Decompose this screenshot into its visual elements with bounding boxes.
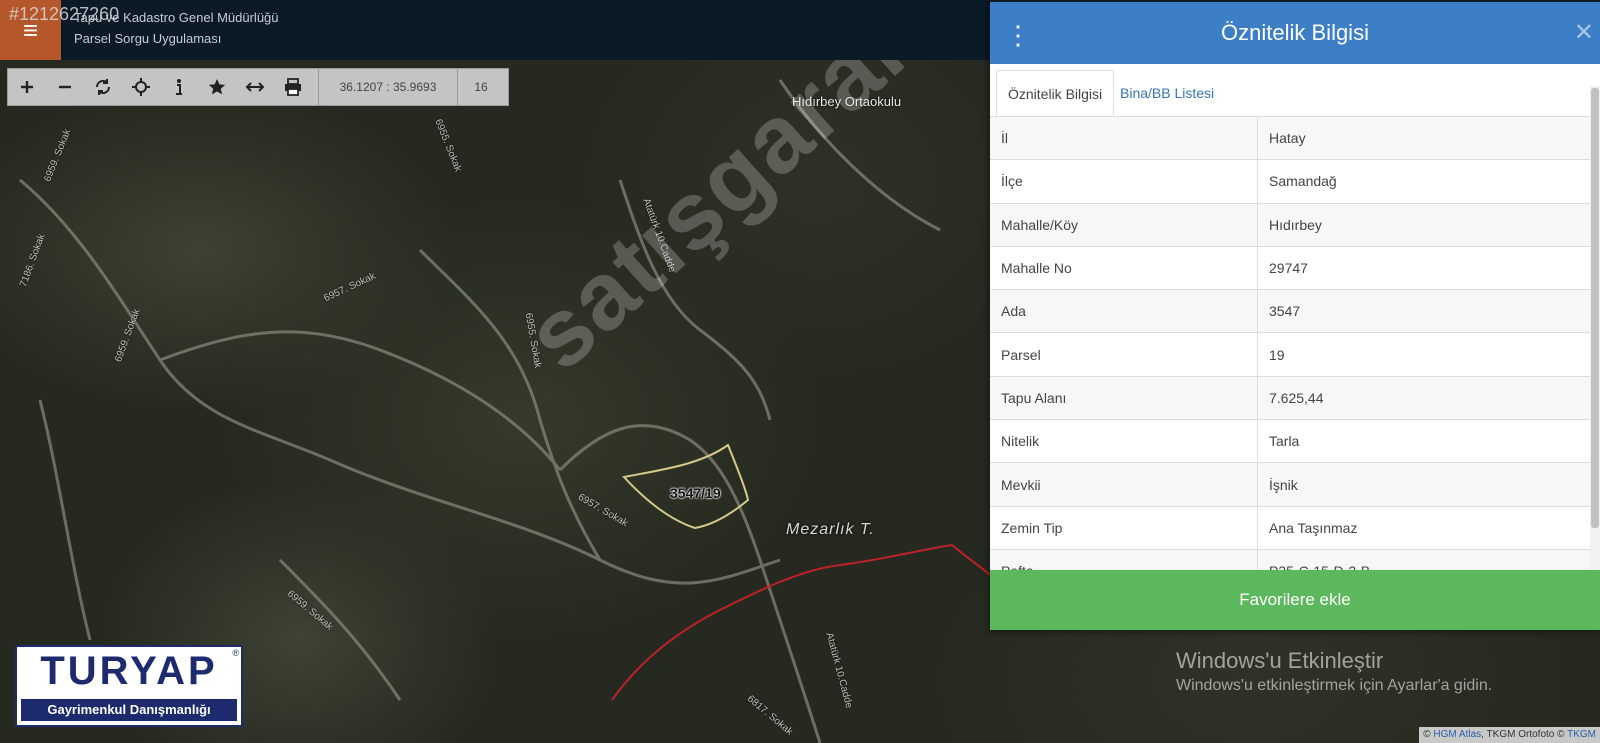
add-to-favorites-button[interactable]: Favorilere ekle (990, 570, 1600, 630)
zoom-out-button[interactable] (46, 69, 84, 105)
attribution-prefix: © (1423, 729, 1431, 740)
attr-value: Hatay (1269, 130, 1306, 147)
table-row: Mahalle No 29747 (990, 246, 1590, 291)
attribute-table: İl Hatay İlçe Samandağ Mahalle/Köy Hıdırbey… (990, 117, 1590, 570)
panel-title: Öznitelik Bilgisi (1221, 20, 1369, 45)
logo-registered: ® (232, 648, 239, 658)
attr-value: Tarla (1269, 433, 1300, 450)
windows-activation-title: Windows'u Etkinleştir (1176, 648, 1384, 673)
attr-value: Hıdırbey (1269, 216, 1322, 233)
tab-building-list[interactable]: Bina/BB Listesi (1109, 70, 1225, 116)
attr-value: 29747 (1269, 260, 1308, 277)
panel-tabs: Öznitelik Bilgisi Bina/BB Listesi (990, 70, 1590, 117)
attr-value: 19 (1269, 346, 1285, 363)
attr-value: Ana Taşınmaz (1269, 519, 1358, 536)
hgm-atlas-link[interactable]: HGM Atlas (1433, 729, 1481, 740)
logo-wordmark: TURYAP (40, 649, 218, 693)
attr-value: 7.625,44 (1269, 389, 1324, 406)
attr-key: Parsel (990, 333, 1258, 376)
coordinate-readout: 36.1207 : 35.9693 (318, 69, 458, 105)
attr-key: Mahalle No (990, 246, 1258, 290)
table-row: İl Hatay (990, 117, 1590, 161)
table-row: Mevkii İşnik (990, 463, 1590, 507)
attr-key: Mevkii (990, 463, 1258, 506)
attr-key: Pafta (990, 549, 1258, 570)
tkgm-link[interactable]: TKGM (1567, 729, 1596, 740)
zoom-level: 16 (474, 80, 488, 94)
turyap-logo: TURYAP ® Gayrimenkul Danışmanlığı (15, 645, 243, 727)
tab-attributes[interactable]: Öznitelik Bilgisi (996, 70, 1115, 116)
measure-button[interactable] (236, 69, 274, 105)
table-row: Ada 3547 (990, 290, 1590, 334)
table-row: Tapu Alanı 7.625,44 (990, 376, 1590, 421)
close-icon[interactable]: ✕ (1574, 18, 1594, 47)
refresh-icon (95, 79, 111, 95)
attr-key: Ada (990, 290, 1258, 333)
locate-button[interactable] (122, 69, 160, 105)
attr-value: 3547 (1269, 303, 1301, 320)
locate-icon (132, 78, 150, 96)
map-toolbar: 36.1207 : 35.9693 16 (7, 68, 509, 106)
attr-value: Samandağ (1269, 173, 1337, 190)
panel-scrollbar[interactable] (1590, 86, 1600, 570)
zoom-in-button[interactable] (8, 69, 46, 105)
table-row: Zemin Tip Ana Taşınmaz (990, 506, 1590, 550)
attr-key: İlçe (990, 160, 1258, 203)
attr-key: İl (990, 117, 1258, 160)
table-row: İlçe Samandağ (990, 160, 1590, 204)
windows-activation-subtitle: Windows'u etkinleştirmek için Ayarlar'a … (1176, 677, 1493, 694)
table-row: Parsel 19 (990, 333, 1590, 377)
org-title: Tapu ve Kadastro Genel Müdürlüğü (74, 10, 279, 25)
refresh-button[interactable] (84, 69, 122, 105)
measure-icon (245, 82, 265, 92)
attribution-middle: , TKGM Ortofoto © (1481, 729, 1565, 740)
attr-value: İşnik (1269, 476, 1298, 493)
parcel-label[interactable]: 3547/19 (670, 485, 721, 501)
attr-value: P35-C-15-D-2-B (1258, 550, 1370, 570)
zoom-in-icon (21, 81, 33, 93)
attribute-panel: ⋮ Öznitelik Bilgisi ✕ Öznitelik Bilgisi … (990, 2, 1600, 630)
info-icon (176, 79, 182, 95)
attr-key: Mahalle/Köy (990, 203, 1258, 246)
scrollbar-thumb[interactable] (1591, 88, 1599, 528)
table-row: Nitelik Tarla (990, 420, 1590, 464)
panel-header: ⋮ Öznitelik Bilgisi ✕ (990, 2, 1600, 64)
table-row: PaftaP35-C-15-D-2-B (990, 549, 1590, 570)
logo-subtitle: Gayrimenkul Danışmanlığı (21, 699, 237, 721)
print-button[interactable] (274, 69, 312, 105)
zoom-out-icon (59, 85, 71, 89)
attr-key: Zemin Tip (990, 506, 1258, 549)
map-attribution: © HGM Atlas, TKGM Ortofoto © TKGM (1419, 727, 1600, 743)
info-button[interactable] (160, 69, 198, 105)
windows-activation-notice: Windows'u Etkinleştir Windows'u etkinleş… (1176, 648, 1492, 695)
favorites-toolbar-button[interactable] (198, 69, 236, 105)
attr-key: Nitelik (990, 420, 1258, 463)
attr-key: Tapu Alanı (990, 376, 1258, 420)
star-icon (208, 79, 226, 95)
place-label: Mezarlık T. (786, 521, 875, 538)
table-row: Mahalle/Köy Hıdırbey (990, 203, 1590, 247)
app-title: Parsel Sorgu Uygulaması (74, 31, 222, 46)
print-icon (285, 78, 301, 96)
